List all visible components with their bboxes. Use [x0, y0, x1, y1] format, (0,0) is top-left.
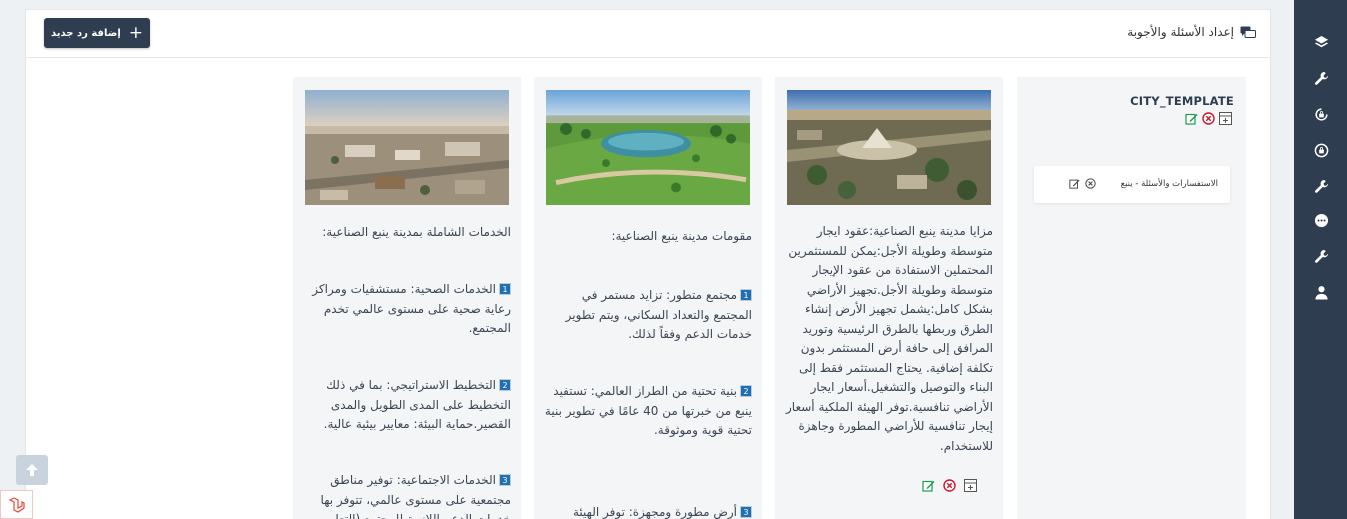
template-title: CITY_TEMPLATE — [1130, 94, 1234, 108]
template-actions — [1185, 112, 1232, 125]
list-item: 3أرض مطورة ومجهزة: توفر الهيئة — [544, 503, 752, 519]
template-box-item[interactable]: الاستفسارات والأسئلة - ينبع — [1034, 166, 1230, 203]
lock-icon[interactable] — [1312, 141, 1330, 159]
wrench-icon[interactable] — [1312, 69, 1330, 87]
add-item-icon[interactable] — [964, 479, 977, 492]
number-badge: 3 — [740, 506, 752, 518]
delete-icon[interactable] — [1202, 112, 1215, 125]
add-response-label: إضافة رد جديد — [50, 27, 121, 39]
add-response-button[interactable]: + إضافة رد جديد — [44, 18, 150, 48]
arrow-up-icon — [26, 464, 38, 476]
response-card: مزايا مدينة ينبع الصناعية:عقود ايجار متو… — [775, 77, 1003, 519]
number-badge: 2 — [499, 379, 511, 391]
number-badge: 3 — [499, 474, 511, 486]
list-item-text: أرض مطورة ومجهزة: توفر الهيئة — [573, 505, 737, 519]
plus-icon: + — [128, 22, 144, 43]
intro-text: الخدمات الشاملة بمدينة ينبع الصناعية: — [322, 225, 511, 239]
list-item-text: التخطيط الاستراتيجي: بما في ذلك التخطيط … — [323, 378, 511, 431]
user-icon[interactable] — [1312, 283, 1330, 301]
park-lake-photo — [546, 90, 750, 205]
delete-icon[interactable] — [1085, 178, 1096, 189]
card-header: إعداد الأسئلة والأجوبة + إضافة رد جديد — [26, 10, 1270, 58]
number-badge: 1 — [740, 289, 752, 301]
list-item: 2بنية تحتية من الطراز العالمي: تستفيد ين… — [544, 382, 752, 441]
template-column: CITY_TEMPLATE الاستفسارات والأسئلة - ينب… — [1017, 77, 1246, 519]
add-item-icon[interactable] — [1219, 112, 1232, 125]
response-card: الخدمات الشاملة بمدينة ينبع الصناعية: 1ا… — [293, 77, 521, 519]
city-aerial-photo — [787, 90, 991, 205]
wrench-icon[interactable] — [1312, 177, 1330, 195]
edit-icon[interactable] — [1185, 112, 1198, 125]
chat-bubble-icon[interactable] — [1312, 211, 1330, 229]
page-title: إعداد الأسئلة والأجوبة — [1127, 25, 1234, 39]
list-item: 1مجتمع متطور: تزايد مستمر في المجتمع وال… — [544, 286, 752, 345]
right-sidebar — [1294, 0, 1347, 519]
main-card: إعداد الأسئلة والأجوبة + إضافة رد جديد C… — [25, 9, 1271, 519]
intro-text: مقومات مدينة ينبع الصناعية: — [611, 229, 752, 243]
list-item: 1الخدمات الصحية: مستشفيات ومراكز رعاية ص… — [303, 280, 511, 339]
delete-icon[interactable] — [943, 479, 956, 492]
number-badge: 1 — [499, 283, 511, 295]
list-item-text: الخدمات الصحية: مستشفيات ومراكز رعاية صح… — [312, 282, 511, 335]
wrench-icon[interactable] — [1312, 247, 1330, 265]
lock-refresh-icon[interactable] — [1312, 105, 1330, 123]
framework-logo-icon — [0, 490, 33, 519]
city-skyline-photo — [305, 90, 509, 205]
edit-icon[interactable] — [1069, 178, 1080, 189]
number-badge: 2 — [740, 385, 752, 397]
response-card: مقومات مدينة ينبع الصناعية: 1مجتمع متطور… — [534, 77, 762, 519]
list-item: 3الخدمات الاجتماعية: توفير مناطق مجتمعية… — [303, 471, 511, 519]
scroll-to-top-button[interactable] — [16, 455, 48, 485]
template-box-label: الاستفسارات والأسئلة - ينبع — [1120, 179, 1218, 189]
chat-questions-icon — [1240, 26, 1256, 38]
list-item: 2التخطيط الاستراتيجي: بما في ذلك التخطيط… — [303, 376, 511, 435]
layers-icon[interactable] — [1312, 33, 1330, 51]
edit-icon[interactable] — [922, 479, 935, 492]
response-text: مزايا مدينة ينبع الصناعية:عقود ايجار متو… — [786, 224, 993, 453]
template-box-actions — [1069, 178, 1096, 189]
list-item-text: الخدمات الاجتماعية: توفير مناطق مجتمعية … — [320, 473, 511, 519]
response-actions — [922, 479, 977, 492]
list-item-text: بنية تحتية من الطراز العالمي: تستفيد ينب… — [544, 384, 752, 437]
list-item-text: مجتمع متطور: تزايد مستمر في المجتمع والت… — [565, 288, 752, 341]
